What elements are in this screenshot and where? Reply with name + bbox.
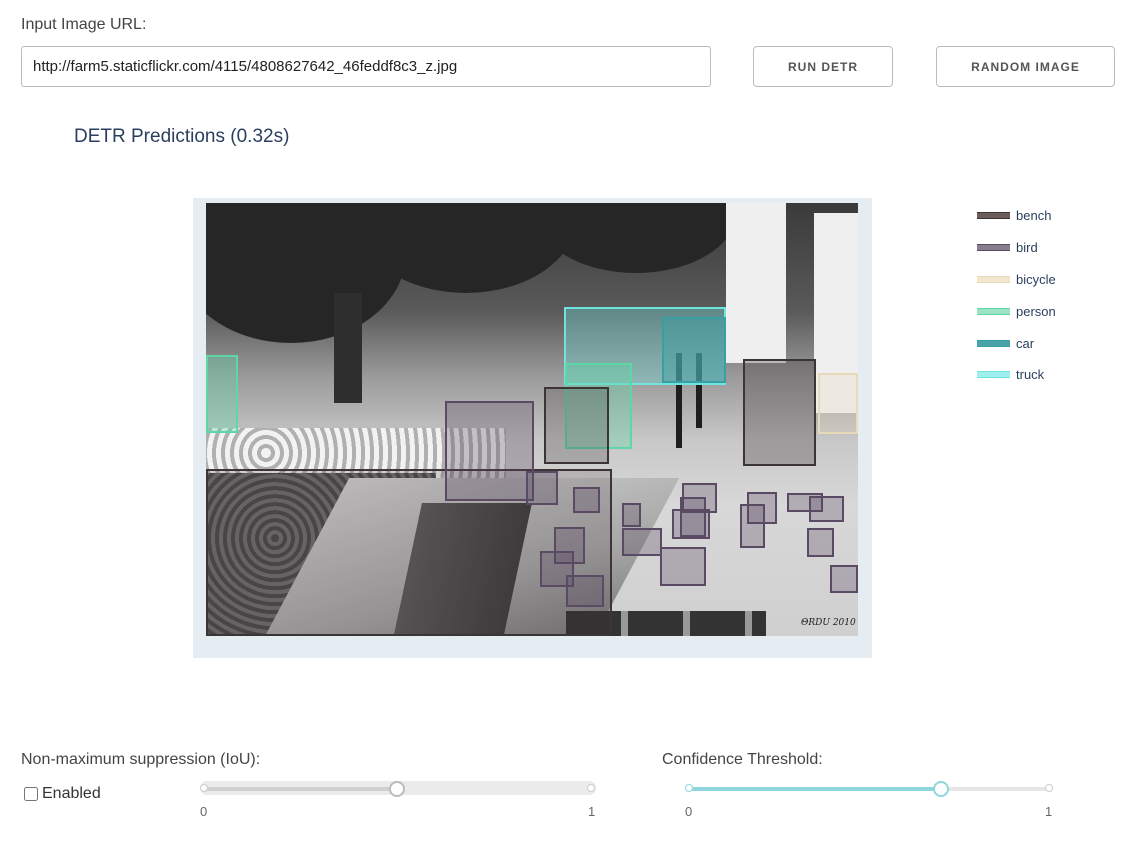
bbox-person[interactable] [206, 355, 238, 433]
confidence-slider-min-dot [685, 784, 693, 792]
nms-slider-rail [204, 787, 398, 791]
bbox-bird[interactable] [573, 487, 600, 513]
bbox-bird[interactable] [807, 528, 834, 557]
nms-label: Non-maximum suppression (IoU): [21, 751, 261, 768]
confidence-max-tick: 1 [1045, 804, 1053, 819]
bbox-bird[interactable] [445, 401, 534, 501]
confidence-min-tick: 0 [685, 804, 693, 819]
run-detr-button[interactable]: RUN DETR [753, 46, 893, 87]
legend-swatch-car [977, 339, 1010, 347]
nms-min-tick: 0 [200, 804, 208, 819]
bbox-bird[interactable] [740, 504, 765, 548]
random-image-button[interactable]: RANDOM IMAGE [936, 46, 1115, 87]
legend-label: truck [1016, 366, 1045, 382]
bbox-bicycle[interactable] [818, 373, 858, 434]
nms-enabled-checkbox[interactable]: Enabled [24, 785, 101, 803]
nms-slider-max-dot [587, 784, 595, 792]
building-pillar [726, 203, 786, 363]
bbox-bird[interactable] [680, 497, 706, 537]
legend-item-bench[interactable]: bench [977, 207, 1097, 223]
bbox-bird[interactable] [566, 575, 604, 607]
tree-canopy [536, 203, 736, 273]
nms-max-tick: 1 [588, 804, 596, 819]
legend-swatch-truck [977, 370, 1010, 378]
legend-swatch-person [977, 307, 1010, 315]
nms-slider-handle[interactable] [389, 781, 405, 797]
nms-slider-min-dot [200, 784, 208, 792]
detection-image: ΘRDU 2010 [206, 203, 858, 636]
nms-slider[interactable] [200, 781, 596, 797]
legend-label: bicycle [1016, 271, 1056, 287]
legend-label: bench [1016, 207, 1052, 223]
predictions-title: DETR Predictions (0.32s) [74, 126, 290, 147]
tree-trunk [334, 293, 362, 403]
confidence-label: Confidence Threshold: [662, 751, 823, 768]
confidence-slider-rail-fill [689, 787, 941, 791]
confidence-slider[interactable] [685, 781, 1055, 797]
legend-label: bird [1016, 239, 1038, 255]
bbox-bird[interactable] [830, 565, 858, 593]
legend-label: car [1016, 335, 1035, 351]
legend-label: person [1016, 303, 1056, 319]
photo-signature: ΘRDU 2010 [801, 618, 856, 628]
legend-swatch-bench [977, 211, 1010, 219]
confidence-slider-max-dot [1045, 784, 1053, 792]
bbox-bird[interactable] [526, 471, 558, 505]
nms-checkbox-label: Enabled [42, 785, 101, 802]
confidence-slider-handle[interactable] [933, 781, 949, 797]
image-url-input[interactable] [21, 46, 711, 87]
legend-item-bicycle[interactable]: bicycle [977, 271, 1097, 287]
legend-swatch-bicycle [977, 275, 1010, 283]
url-label: Input Image URL: [21, 16, 147, 33]
bbox-bird[interactable] [660, 547, 706, 586]
bbox-bird[interactable] [622, 503, 641, 527]
bbox-bird[interactable] [622, 528, 662, 556]
legend-swatch-bird [977, 243, 1010, 251]
legend-item-truck[interactable]: truck [977, 366, 1097, 382]
bbox-bird[interactable] [809, 496, 844, 522]
bbox-bench[interactable] [743, 359, 816, 466]
bbox-bench[interactable] [544, 387, 609, 464]
legend-item-bird[interactable]: bird [977, 239, 1097, 255]
legend-item-person[interactable]: person [977, 303, 1097, 319]
nms-checkbox-input[interactable] [24, 787, 38, 801]
legend-item-car[interactable]: car [977, 335, 1097, 351]
bbox-car[interactable] [662, 317, 726, 383]
